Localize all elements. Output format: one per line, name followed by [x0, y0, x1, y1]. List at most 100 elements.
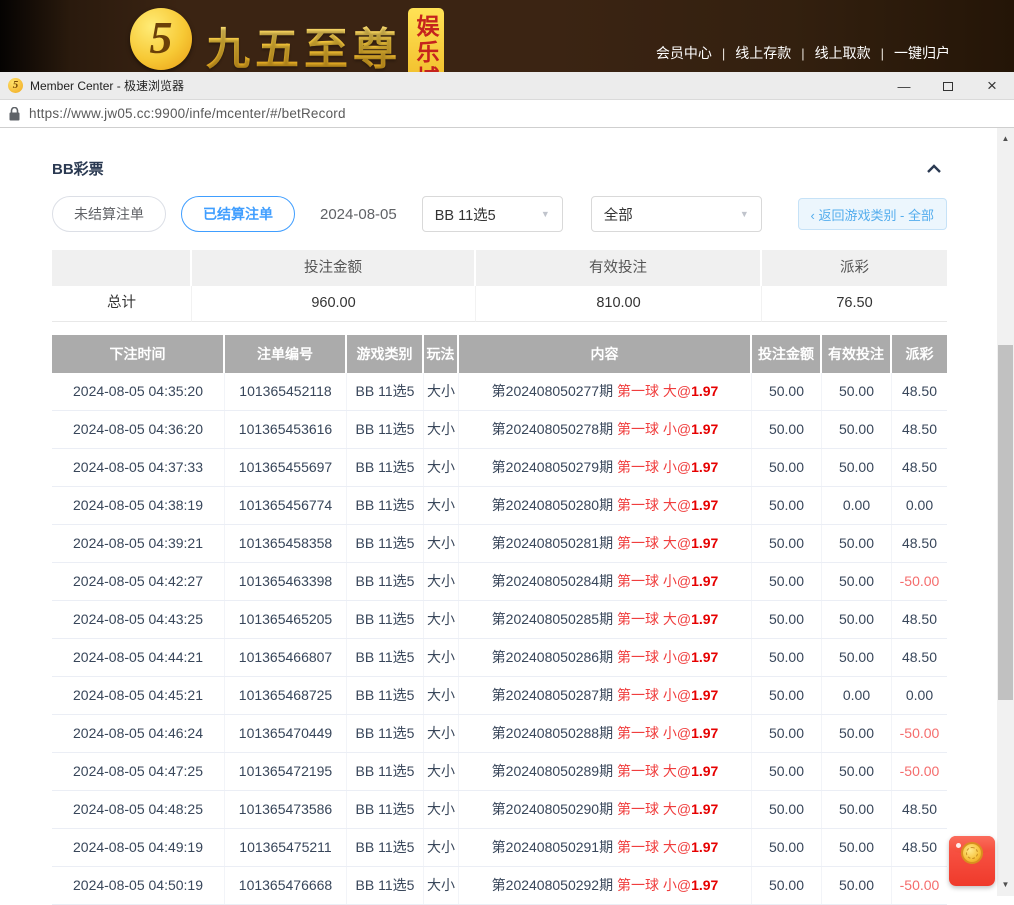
- table-row: 2024-08-05 04:38:19 101365456774 BB 11选5…: [52, 487, 947, 525]
- valid-bet: 50.00: [822, 411, 892, 448]
- odds-value: 1.97: [691, 573, 718, 589]
- date-filter[interactable]: 2024-08-05: [320, 206, 397, 223]
- table-row: 2024-08-05 04:42:27 101365463398 BB 11选5…: [52, 563, 947, 601]
- col-bet-amount: 投注金额: [752, 335, 822, 373]
- bet-content: 第202408050279期 第一球 小@1.97: [459, 449, 752, 486]
- nav-separator: |: [881, 46, 884, 61]
- game-select[interactable]: BB 11选5 ▼: [422, 196, 563, 232]
- url-text[interactable]: https://www.jw05.cc:9900/infe/mcenter/#/…: [29, 106, 346, 121]
- valid-bet: 50.00: [822, 525, 892, 562]
- play-type: 大小: [424, 677, 459, 714]
- table-row: 2024-08-05 04:37:33 101365455697 BB 11选5…: [52, 449, 947, 487]
- bet-content: 第202408050292期 第一球 小@1.97: [459, 867, 752, 904]
- nav-one-key-transfer[interactable]: 一键归户: [894, 43, 950, 63]
- valid-bet: 50.00: [822, 829, 892, 866]
- bet-id: 101365455697: [225, 449, 347, 486]
- game-category: BB 11选5: [347, 829, 424, 866]
- nav-withdraw[interactable]: 线上取款: [815, 43, 871, 63]
- bet-id: 101365472195: [225, 753, 347, 790]
- play-type: 大小: [424, 411, 459, 448]
- collapse-chevron-up-icon[interactable]: [921, 159, 947, 179]
- play-type: 大小: [424, 525, 459, 562]
- window-title: Member Center - 极速浏览器: [30, 77, 184, 94]
- period-text: 第202408050284期: [492, 573, 617, 589]
- scrollbar-thumb[interactable]: [998, 345, 1013, 700]
- odds-value: 1.97: [691, 535, 718, 551]
- maximize-button[interactable]: [926, 72, 970, 100]
- payout: 48.50: [892, 829, 947, 866]
- payout: 0.00: [892, 487, 947, 524]
- unsettled-bets-button[interactable]: 未结算注单: [52, 196, 166, 232]
- bet-time: 2024-08-05 04:39:21: [52, 525, 225, 562]
- summary-valid-bet: 810.00: [476, 286, 762, 322]
- bet-time: 2024-08-05 04:46:24: [52, 715, 225, 752]
- valid-bet: 0.00: [822, 677, 892, 714]
- table-row: 2024-08-05 04:48:25 101365473586 BB 11选5…: [52, 791, 947, 829]
- pick-text: 第一球 大@: [617, 801, 691, 817]
- pick-text: 第一球 小@: [617, 421, 691, 437]
- period-text: 第202408050291期: [492, 839, 617, 855]
- settled-bets-button[interactable]: 已结算注单: [181, 196, 295, 232]
- play-type: 大小: [424, 487, 459, 524]
- red-envelope-promo-icon[interactable]: [949, 836, 995, 886]
- maximize-icon: [943, 82, 953, 91]
- bet-time: 2024-08-05 04:36:20: [52, 411, 225, 448]
- play-type: 大小: [424, 867, 459, 904]
- lock-icon: [9, 107, 20, 121]
- nav-member-center[interactable]: 会员中心: [656, 43, 712, 63]
- play-type: 大小: [424, 373, 459, 410]
- game-category: BB 11选5: [347, 411, 424, 448]
- pick-text: 第一球 小@: [617, 649, 691, 665]
- pick-text: 第一球 小@: [617, 459, 691, 475]
- scroll-up-icon[interactable]: ▲: [997, 130, 1014, 146]
- banner-nav: 会员中心 | 线上存款 | 线上取款 | 一键归户: [656, 43, 950, 63]
- col-payout: 派彩: [892, 335, 947, 373]
- bet-time: 2024-08-05 04:48:25: [52, 791, 225, 828]
- play-type: 大小: [424, 563, 459, 600]
- bet-id: 101365475211: [225, 829, 347, 866]
- bet-amount: 50.00: [752, 829, 822, 866]
- scroll-down-icon[interactable]: ▼: [997, 876, 1014, 892]
- nav-deposit[interactable]: 线上存款: [735, 43, 791, 63]
- bet-time: 2024-08-05 04:44:21: [52, 639, 225, 676]
- bet-id: 101365473586: [225, 791, 347, 828]
- odds-value: 1.97: [691, 421, 718, 437]
- bet-amount: 50.00: [752, 601, 822, 638]
- back-to-category-button[interactable]: ‹ 返回游戏类别 - 全部: [798, 198, 948, 230]
- play-type: 大小: [424, 753, 459, 790]
- nav-separator: |: [722, 46, 725, 61]
- valid-bet: 50.00: [822, 639, 892, 676]
- bet-content: 第202408050289期 第一球 大@1.97: [459, 753, 752, 790]
- type-select[interactable]: 全部 ▼: [591, 196, 762, 232]
- period-text: 第202408050278期: [492, 421, 617, 437]
- summary-table: 投注金额 有效投注 派彩 总计 960.00 810.00 76.50: [52, 250, 947, 322]
- valid-bet: 0.00: [822, 487, 892, 524]
- summary-total-label: 总计: [52, 286, 192, 322]
- bet-time: 2024-08-05 04:43:25: [52, 601, 225, 638]
- pick-text: 第一球 小@: [617, 725, 691, 741]
- payout: 48.50: [892, 791, 947, 828]
- bet-content: 第202408050286期 第一球 小@1.97: [459, 639, 752, 676]
- odds-value: 1.97: [691, 801, 718, 817]
- minimize-button[interactable]: —: [882, 72, 926, 100]
- game-category: BB 11选5: [347, 791, 424, 828]
- sparkle-dot: [956, 843, 961, 848]
- game-category: BB 11选5: [347, 867, 424, 904]
- payout: 48.50: [892, 411, 947, 448]
- col-content: 内容: [459, 335, 752, 373]
- bet-content: 第202408050277期 第一球 大@1.97: [459, 373, 752, 410]
- scrollbar[interactable]: ▲ ▼: [997, 128, 1014, 896]
- bet-amount: 50.00: [752, 525, 822, 562]
- table-row: 2024-08-05 04:46:24 101365470449 BB 11选5…: [52, 715, 947, 753]
- bet-amount: 50.00: [752, 753, 822, 790]
- game-category: BB 11选5: [347, 487, 424, 524]
- browser-urlbar[interactable]: https://www.jw05.cc:9900/infe/mcenter/#/…: [0, 100, 1014, 128]
- col-valid-bet: 有效投注: [822, 335, 892, 373]
- site-logo[interactable]: 5 九五至尊 娱乐城: [130, 5, 444, 72]
- close-button[interactable]: ×: [970, 72, 1014, 100]
- valid-bet: 50.00: [822, 867, 892, 904]
- period-text: 第202408050292期: [492, 877, 617, 893]
- payout: 48.50: [892, 601, 947, 638]
- bet-amount: 50.00: [752, 487, 822, 524]
- period-text: 第202408050281期: [492, 535, 617, 551]
